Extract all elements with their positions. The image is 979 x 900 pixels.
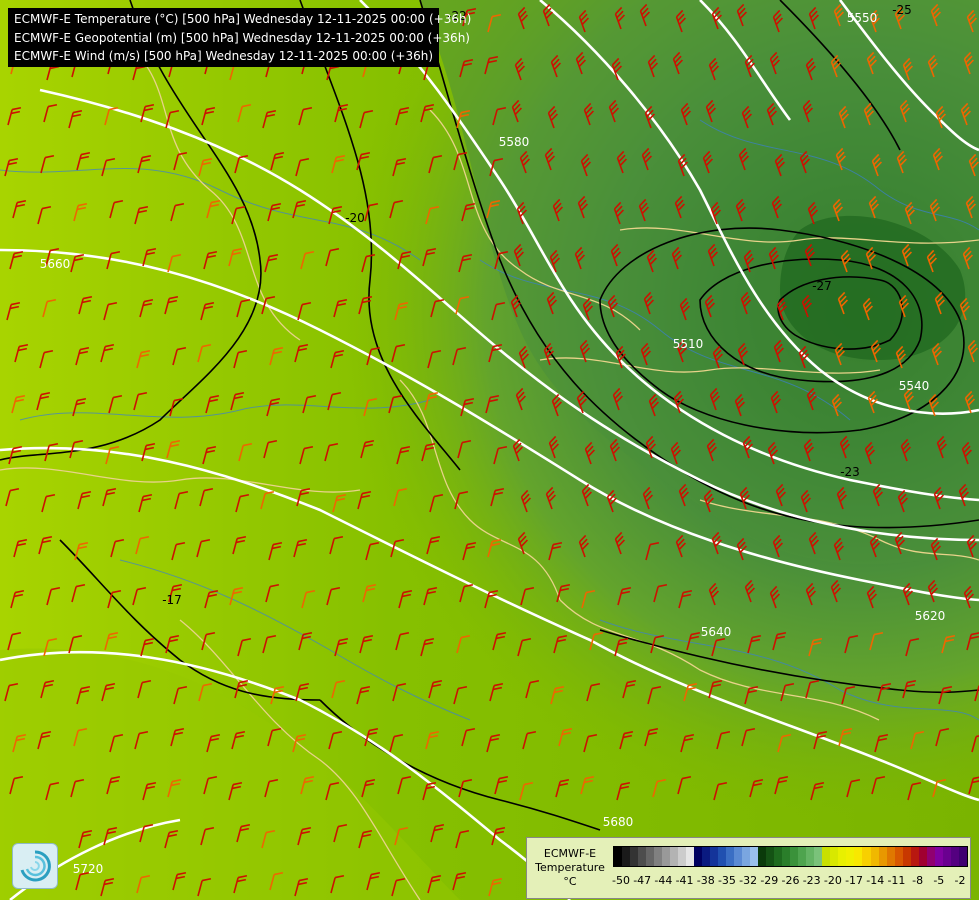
temperature-label: -25: [892, 3, 912, 17]
legend-color-swatch: [710, 847, 719, 866]
legend-color-swatch: [862, 847, 871, 866]
legend-color-swatch: [702, 847, 711, 866]
legend-color-swatch: [830, 847, 839, 866]
legend-color-swatch: [774, 847, 783, 866]
legend-color-swatch: [758, 847, 767, 866]
legend-color-swatch: [614, 847, 623, 866]
legend-color-swatch: [766, 847, 775, 866]
legend-color-swatch: [638, 847, 647, 866]
temperature-legend: ECMWF-E Temperature °C -50 -47 -44 -41 -38 -3…: [526, 837, 971, 899]
legend-color-swatch: [958, 847, 967, 866]
legend-color-swatch: [854, 847, 863, 866]
legend-color-swatch: [926, 847, 935, 866]
temperature-product-line: ECMWF-E Temperature (°C) [500 hPa] Wedne…: [14, 12, 472, 26]
legend-color-swatch: [670, 847, 679, 866]
legend-tick-label: -26: [781, 874, 800, 887]
legend-color-swatch: [750, 847, 759, 866]
legend-title: ECMWF-E Temperature °C: [535, 847, 605, 888]
legend-color-swatch: [790, 847, 799, 866]
legend-tick-label: -17: [845, 874, 864, 887]
legend-color-swatch: [822, 847, 831, 866]
legend-color-swatch: [942, 847, 951, 866]
legend-color-swatch: [678, 847, 687, 866]
legend-color-swatch: [782, 847, 791, 866]
legend-color-swatch: [742, 847, 751, 866]
legend-tick-label: -44: [654, 874, 673, 887]
legend-tick-label: -38: [696, 874, 715, 887]
legend-tick-label: -47: [633, 874, 652, 887]
legend-color-swatch: [870, 847, 879, 866]
temperature-label: -20: [345, 211, 365, 225]
geopotential-label: 5620: [915, 609, 946, 623]
legend-tick-label: -11: [887, 874, 906, 887]
legend-color-swatch: [798, 847, 807, 866]
legend-tick-labels: -50 -47 -44 -41 -38 -35 -32 -29 -26 -23 -20 -17 -14-…: [612, 874, 968, 888]
legend-color-swatch: [918, 847, 927, 866]
legend-tick-label: -35: [717, 874, 736, 887]
legend-tick-label: -23: [802, 874, 821, 887]
legend-color-swatch: [654, 847, 663, 866]
legend-tick-label: -8: [912, 874, 924, 887]
geopotential-label: 5510: [673, 337, 704, 351]
legend-color-swatch: [630, 847, 639, 866]
geopotential-label: 5720: [73, 862, 104, 876]
map-info-header: ECMWF-E Temperature (°C) [500 hPa] Wedne…: [8, 8, 472, 67]
geopotential-label: 5680: [603, 815, 634, 829]
legend-tick-label: -32: [739, 874, 758, 887]
temperature-label: -23: [840, 465, 860, 479]
weather-map[interactable]: 566057205680564056205540558055505510-22-…: [0, 0, 979, 900]
legend-tick-label: -41: [675, 874, 694, 887]
temperature-label: -27: [812, 279, 832, 293]
legend-tick-label: -20: [823, 874, 842, 887]
legend-color-swatch: [846, 847, 855, 866]
geopotential-label: 5640: [701, 625, 732, 639]
temperature-label: -17: [162, 593, 182, 607]
legend-color-swatch: [686, 847, 695, 866]
legend-tick-label: -50: [612, 874, 630, 887]
ecmwf-swirl-icon: [12, 843, 58, 889]
legend-color-swatch: [886, 847, 895, 866]
legend-color-swatch: [838, 847, 847, 866]
legend-color-swatch: [622, 847, 631, 866]
legend-color-swatch: [814, 847, 823, 866]
geopotential-label: 5580: [499, 135, 530, 149]
legend-color-swatch: [894, 847, 903, 866]
legend-tick-label: -14: [866, 874, 885, 887]
legend-color-swatch: [910, 847, 919, 866]
legend-color-swatch: [718, 847, 727, 866]
geopotential-label: 5660: [40, 257, 71, 271]
legend-color-swatch: [950, 847, 959, 866]
geopotential-label: 5550: [847, 11, 878, 25]
legend-tick-label: -2: [954, 874, 966, 887]
legend-tick-label: -5: [933, 874, 945, 887]
legend-color-swatch: [806, 847, 815, 866]
wind-product-line: ECMWF-E Wind (m/s) [500 hPa] Wednesday 1…: [14, 49, 434, 63]
legend-color-swatch: [902, 847, 911, 866]
legend-color-swatch: [662, 847, 671, 866]
legend-color-swatch: [934, 847, 943, 866]
legend-color-swatch: [726, 847, 735, 866]
geopotential-product-line: ECMWF-E Geopotential (m) [500 hPa] Wedne…: [14, 30, 470, 45]
geopotential-label: 5540: [899, 379, 930, 393]
legend-colorbar: [613, 846, 968, 867]
legend-color-swatch: [734, 847, 743, 866]
legend-color-swatch: [878, 847, 887, 866]
legend-color-swatch: [694, 847, 703, 866]
legend-color-swatch: [646, 847, 655, 866]
legend-tick-label: -29: [760, 874, 779, 887]
